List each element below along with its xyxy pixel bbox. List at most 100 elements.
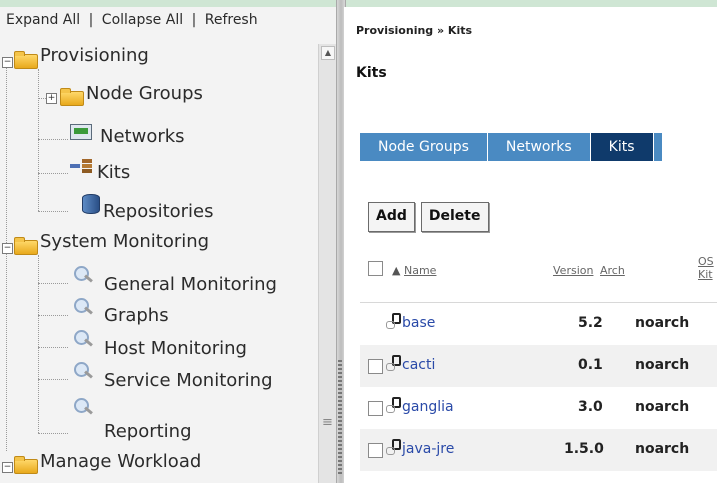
tab-overflow[interactable] (653, 133, 663, 161)
kit-arch: noarch (635, 441, 690, 457)
table-row[interactable]: java-jre 1.5.0 noarch (360, 429, 717, 471)
column-header-arch[interactable]: Arch (600, 264, 625, 277)
folder-icon (60, 88, 84, 106)
kit-version: 1.5.0 (564, 441, 604, 457)
kits-icon (70, 159, 92, 173)
tree-item-kits[interactable]: Kits (97, 162, 130, 183)
column-header-os: OS (698, 255, 714, 268)
tree-guide (38, 347, 68, 348)
kit-arch: noarch (635, 315, 690, 331)
tree-guide (38, 211, 68, 212)
tree-item-label: System Monitoring (40, 231, 210, 252)
column-header-kit: Kit (698, 268, 713, 281)
tree-item-repositories[interactable]: Repositories (103, 201, 214, 222)
tree-guide (38, 433, 68, 434)
folder-icon (14, 237, 38, 255)
tree-item-label: Repositories (103, 201, 214, 222)
table-row[interactable]: base 5.2 noarch (360, 303, 717, 345)
tree-item-service-monitoring[interactable]: Service Monitoring (104, 370, 273, 391)
magnifier-icon (72, 266, 94, 286)
magnifier-icon (72, 330, 94, 350)
collapse-provisioning-icon[interactable]: − (2, 57, 13, 68)
tree-scrollbar[interactable]: ▲ ≡ (318, 44, 336, 483)
tree-item-node-groups[interactable]: Node Groups (86, 83, 203, 104)
kit-package-icon (386, 439, 402, 455)
tree-item-label: Provisioning (40, 45, 149, 66)
sort-asc-icon: ▲ (392, 264, 401, 277)
page-title: Kits (356, 65, 387, 81)
collapse-manage-workload-icon[interactable]: − (2, 462, 13, 473)
tree-guide (38, 69, 39, 211)
tree-item-provisioning[interactable]: Provisioning (40, 45, 149, 66)
tab-kits[interactable]: Kits (590, 133, 654, 161)
window-top-strip (0, 0, 717, 7)
breadcrumb: Provisioning » Kits (356, 24, 473, 37)
kit-name-link[interactable]: java-jre (402, 441, 454, 457)
collapse-system-monitoring-icon[interactable]: − (2, 243, 13, 254)
column-header-os-kit[interactable]: OS Kit (698, 255, 714, 281)
tree-item-manage-workload[interactable]: Manage Workload (40, 451, 201, 472)
tree-guide (38, 173, 68, 174)
navigation-tree: − Provisioning + Node Groups Networks Ki… (0, 7, 318, 483)
kit-arch: noarch (635, 399, 690, 415)
row-checkbox[interactable] (368, 443, 383, 458)
tree-item-label: Networks (100, 126, 185, 147)
tree-guide (6, 63, 7, 243)
action-buttons: Add Delete (368, 202, 489, 232)
navigation-panel: Expand All | Collapse All | Refresh − Pr… (0, 7, 338, 483)
row-checkbox[interactable] (368, 359, 383, 374)
table-row[interactable]: ganglia 3.0 noarch (360, 387, 717, 429)
kit-package-icon (386, 313, 402, 329)
tree-guide (38, 255, 39, 433)
tab-networks[interactable]: Networks (487, 133, 591, 161)
tree-item-graphs[interactable]: Graphs (104, 305, 169, 326)
scroll-up-icon[interactable]: ▲ (321, 46, 335, 60)
column-header-name[interactable]: Name (404, 264, 436, 277)
row-checkbox[interactable] (368, 401, 383, 416)
kit-version: 3.0 (578, 399, 603, 415)
tree-guide (38, 139, 68, 140)
tree-item-label: Kits (97, 162, 131, 183)
tree-item-label: Manage Workload (40, 451, 202, 472)
delete-button[interactable]: Delete (420, 202, 489, 232)
splitter-grip[interactable] (338, 360, 342, 476)
kit-package-icon (386, 397, 402, 413)
kit-name-link[interactable]: ganglia (402, 399, 454, 415)
add-button[interactable]: Add (368, 202, 415, 232)
tree-guide (38, 283, 68, 284)
kit-version: 5.2 (578, 315, 603, 331)
tree-guide (6, 251, 7, 451)
table-row[interactable]: cacti 0.1 noarch (360, 345, 717, 387)
folder-icon (14, 51, 38, 69)
tree-guide (38, 315, 68, 316)
kit-package-icon (386, 355, 402, 371)
section-tabs: Node Groups Networks Kits (360, 133, 663, 161)
tree-item-system-monitoring[interactable]: System Monitoring (40, 231, 209, 252)
magnifier-icon (72, 398, 94, 418)
content-panel: Provisioning » Kits Kits Node Groups Net… (344, 7, 717, 483)
tree-item-label: Host Monitoring (104, 338, 247, 359)
kit-name-link[interactable]: cacti (402, 357, 435, 373)
tree-item-label: Node Groups (86, 83, 203, 104)
expand-node-groups-icon[interactable]: + (46, 93, 57, 104)
tree-item-label: Service Monitoring (104, 370, 273, 391)
tree-item-host-monitoring[interactable]: Host Monitoring (104, 338, 247, 359)
tab-node-groups[interactable]: Node Groups (360, 133, 488, 161)
kits-table: ▲ Name Version Arch OS Kit base 5.2 noarc… (360, 252, 717, 471)
table-header: ▲ Name Version Arch OS Kit (360, 252, 717, 303)
tree-item-general-monitoring[interactable]: General Monitoring (104, 274, 277, 295)
column-header-version[interactable]: Version (553, 264, 593, 277)
tree-item-label: General Monitoring (104, 274, 277, 295)
scroll-grip-icon[interactable]: ≡ (319, 416, 336, 430)
kit-name-link[interactable]: base (402, 315, 435, 331)
repository-icon (82, 194, 100, 214)
tree-item-reporting[interactable]: Reporting (104, 421, 192, 442)
kit-version: 0.1 (578, 357, 603, 373)
select-all-checkbox[interactable] (368, 261, 383, 276)
tree-item-networks[interactable]: Networks (100, 126, 185, 147)
magnifier-icon (72, 298, 94, 318)
tree-guide (38, 379, 68, 380)
folder-icon (14, 456, 38, 474)
tree-item-label: Graphs (104, 305, 169, 326)
tree-item-label: Reporting (104, 421, 192, 442)
